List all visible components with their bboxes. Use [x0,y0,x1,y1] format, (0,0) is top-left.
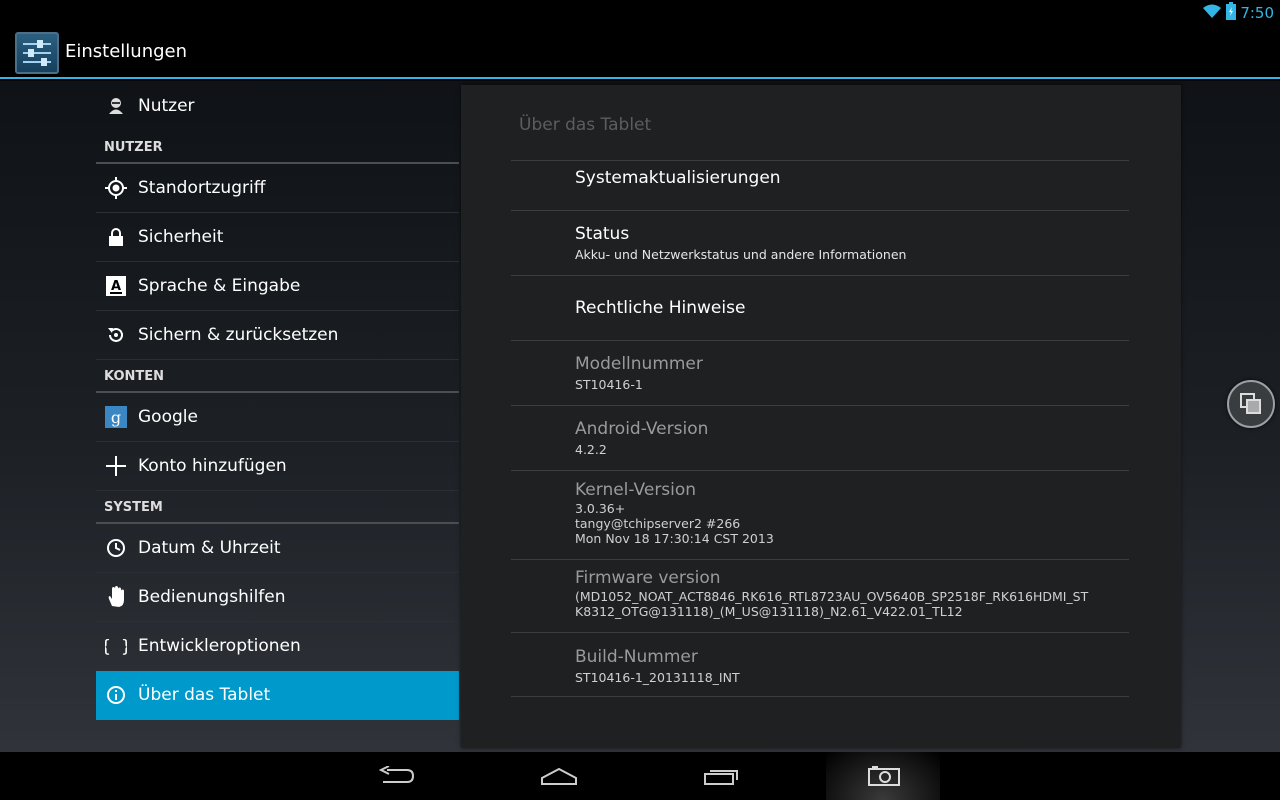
sidebar-item-label: Nutzer [138,96,195,116]
list-item-systemaktualisierungen[interactable]: Systemaktualisierungen [511,160,1129,210]
sidebar-item-konto-hinzufuegen[interactable]: Konto hinzufügen [96,442,459,491]
list-item-subtitle: ST10416-1 [575,377,643,392]
sidebar-item-sprache[interactable]: A Sprache & Eingabe [96,262,459,311]
list-item-subtitle: ST10416-1_20131118_INT [575,670,740,685]
sidebar-item-label: Sichern & zurücksetzen [138,325,339,345]
sidebar-item-label: Standortzugriff [138,178,266,198]
list-item-android-version[interactable]: Android-Version 4.2.2 [511,405,1129,470]
list-item-title: Android-Version [575,419,709,439]
list-item-kernel-version: Kernel-Version 3.0.36+ tangy@tchipserver… [511,470,1129,559]
keyboard-a-icon: A [105,275,127,297]
sidebar-item-entwickleroptionen[interactable]: { } Entwickleroptionen [96,622,459,671]
detail-list: Systemaktualisierungen Status Akku- und … [511,160,1129,697]
list-item-firmware-version: Firmware version (MD1052_NOAT_ACT8846_RK… [511,559,1129,632]
wifi-icon [1202,3,1222,23]
page-title: Einstellungen [65,41,188,62]
clock-icon [105,537,127,559]
hand-icon [105,586,127,608]
info-icon [105,684,127,706]
detail-pane: Über das Tablet Systemaktualisierungen S… [461,85,1181,748]
recents-button[interactable] [682,752,762,800]
list-item-title: Modellnummer [575,354,703,374]
list-item-modellnummer: Modellnummer ST10416-1 [511,340,1129,405]
sidebar-item-nutzer[interactable]: Nutzer [96,81,459,131]
list-item-status[interactable]: Status Akku- und Netzwerkstatus und ande… [511,210,1129,275]
section-header-nutzer: NUTZER [96,131,459,164]
list-item-subtitle: Akku- und Netzwerkstatus und andere Info… [575,247,907,262]
list-item-title: Build-Nummer [575,647,698,667]
user-icon [105,95,127,117]
sidebar-item-label: Bedienungshilfen [138,587,286,607]
list-item-title: Systemaktualisierungen [575,168,781,188]
list-item-build-nummer: Build-Nummer ST10416-1_20131118_INT [511,632,1129,697]
recents-icon [703,766,741,790]
svg-text:A: A [111,279,121,294]
action-bar: Einstellungen [0,25,1280,79]
list-item-subtitle: K8312_OTG@131118)_(M_US@131118)_N2.61_V4… [575,604,963,619]
list-item-subtitle: (MD1052_NOAT_ACT8846_RK616_RTL8723AU_OV5… [575,589,1089,604]
sidebar-item-ueber-das-tablet[interactable]: Über das Tablet [96,671,459,720]
sidebar-item-label: Sprache & Eingabe [138,276,301,296]
sidebar-item-label: Über das Tablet [138,685,271,705]
list-item-subtitle: 3.0.36+ [575,501,626,516]
navigation-bar [0,752,1280,800]
plus-icon [105,455,127,477]
settings-sliders-icon[interactable] [15,32,59,74]
list-item-subtitle: 4.2.2 [575,442,607,457]
sidebar-item-label: Sicherheit [138,227,224,247]
status-bar: 7:50 [0,0,1280,25]
sidebar-item-sichern[interactable]: Sichern & zurücksetzen [96,311,459,360]
sidebar-item-datum[interactable]: Datum & Uhrzeit [96,524,459,573]
multi-window-button[interactable] [1227,380,1275,428]
list-item-title: Status [575,224,630,244]
backup-restore-icon [105,324,127,346]
location-icon [105,177,127,199]
home-icon [540,766,578,790]
svg-text:g: g [111,408,121,427]
list-item-title: Rechtliche Hinweise [575,298,746,318]
sidebar-item-label: Google [138,407,198,427]
sidebar-item-google[interactable]: g Google [96,393,459,442]
screenshot-button[interactable] [843,752,923,800]
sidebar-item-sicherheit[interactable]: Sicherheit [96,213,459,262]
section-header-system: SYSTEM [96,491,459,524]
settings-sidebar: Nutzer NUTZER Standortzugriff Sicherheit… [96,81,459,720]
back-icon [378,765,415,790]
content-area: Nutzer NUTZER Standortzugriff Sicherheit… [0,81,1280,752]
multi-window-icon [1239,392,1263,420]
sidebar-item-label: Datum & Uhrzeit [138,538,281,558]
sidebar-item-label: Konto hinzufügen [138,456,287,476]
sidebar-item-bedienungshilfen[interactable]: Bedienungshilfen [96,573,459,622]
lock-icon [105,226,127,248]
braces-icon: { } [105,635,127,657]
screenshot-camera-icon [867,765,901,791]
list-item-rechtliche-hinweise[interactable]: Rechtliche Hinweise [511,275,1129,340]
section-header-konten: KONTEN [96,360,459,393]
list-item-subtitle: Mon Nov 18 17:30:14 CST 2013 [575,531,774,546]
sidebar-item-standortzugriff[interactable]: Standortzugriff [96,164,459,213]
sidebar-item-label: Entwickleroptionen [138,636,301,656]
svg-text:{ }: { } [105,637,127,657]
list-item-title: Kernel-Version [575,480,697,500]
detail-title: Über das Tablet [519,115,652,135]
home-button[interactable] [519,752,599,800]
back-button[interactable] [357,752,437,800]
google-g-icon: g [105,406,127,428]
battery-icon [1226,2,1237,24]
list-item-title: Firmware version [575,568,721,588]
list-item-subtitle: tangy@tchipserver2 #266 [575,516,741,531]
status-time: 7:50 [1240,4,1274,22]
